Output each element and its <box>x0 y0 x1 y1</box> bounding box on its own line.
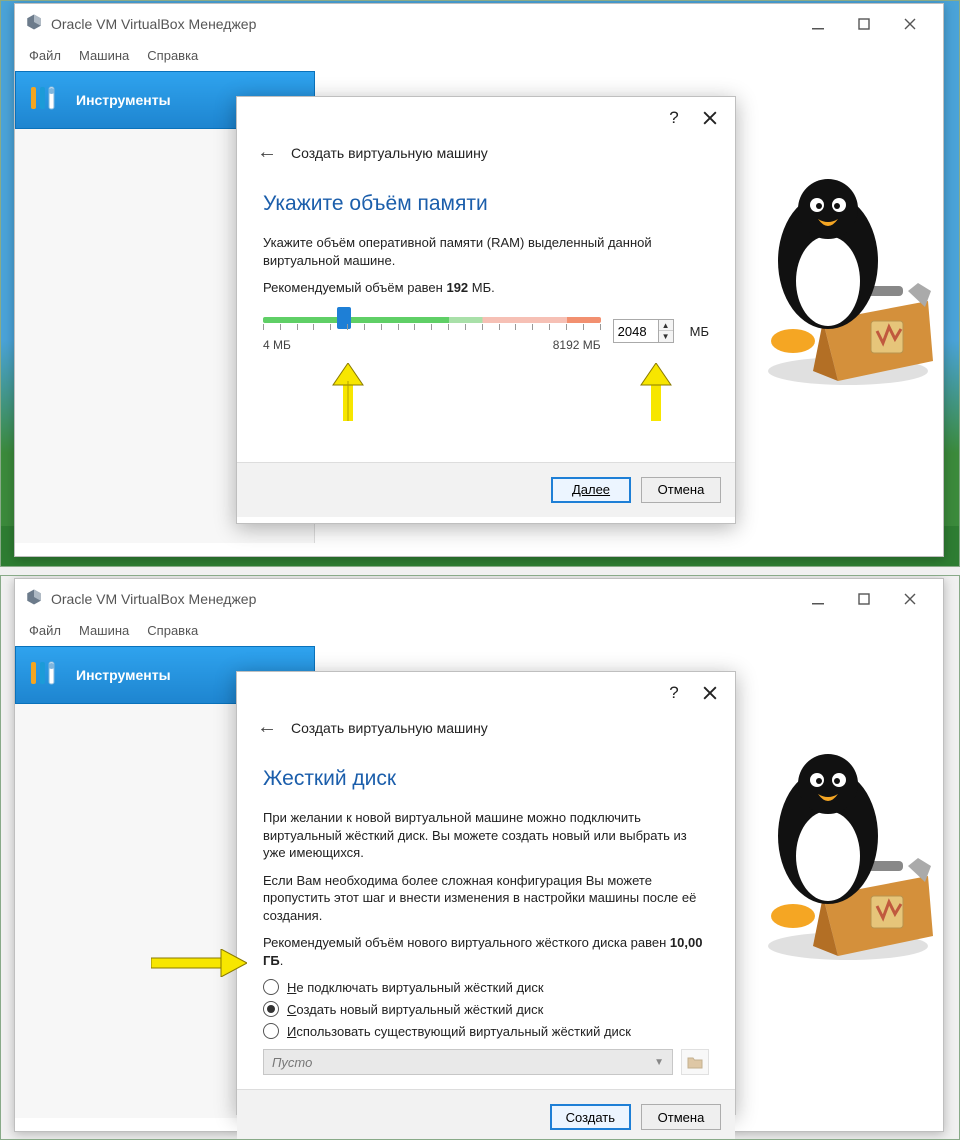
create-vm-dialog-disk: ? ← Создать виртуальную машину Жесткий д… <box>236 671 736 1115</box>
menu-machine[interactable]: Машина <box>79 48 129 63</box>
radio-label: Не подключать виртуальный жёсткий диск <box>287 980 544 995</box>
radio-create-disk[interactable]: Создать новый виртуальный жёсткий диск <box>263 1001 709 1017</box>
window-close-button[interactable] <box>887 8 933 40</box>
menu-file[interactable]: Файл <box>29 623 61 638</box>
linux-penguin-toolbox-image <box>753 746 943 966</box>
tools-label: Инструменты <box>76 92 171 108</box>
dialog-title: Создать виртуальную машину <box>291 145 488 161</box>
help-icon[interactable]: ? <box>661 680 687 706</box>
step-heading: Жесткий диск <box>263 767 709 791</box>
menu-file[interactable]: Файл <box>29 48 61 63</box>
disk-p2: Если Вам необходима более сложная конфиг… <box>263 872 709 925</box>
spinner-down-icon[interactable]: ▼ <box>659 331 673 342</box>
menu-help[interactable]: Справка <box>147 623 198 638</box>
dropdown-value: Пусто <box>272 1055 312 1070</box>
menubar: Файл Машина Справка <box>15 44 943 71</box>
memory-spinner[interactable]: ▲ ▼ <box>613 319 674 343</box>
window-maximize-button[interactable] <box>841 583 887 615</box>
cancel-button[interactable]: Отмена <box>641 1104 721 1130</box>
chevron-down-icon: ▼ <box>654 1057 664 1068</box>
dialog-title: Создать виртуальную машину <box>291 720 488 736</box>
radio-existing-disk[interactable]: Использовать существующий виртуальный жё… <box>263 1023 709 1039</box>
window-title: Oracle VM VirtualBox Менеджер <box>51 16 795 32</box>
memory-min-label: 4 МБ <box>263 338 291 352</box>
memory-max-label: 8192 МБ <box>553 338 601 352</box>
help-icon[interactable]: ? <box>661 105 687 131</box>
window-close-button[interactable] <box>887 583 933 615</box>
window-titlebar: Oracle VM VirtualBox Менеджер <box>15 579 943 619</box>
window-maximize-button[interactable] <box>841 8 887 40</box>
next-button[interactable]: Далее <box>551 477 631 503</box>
create-vm-dialog-memory: ? ← Создать виртуальную машину Укажите о… <box>236 96 736 524</box>
radio-label: Использовать существующий виртуальный жё… <box>287 1024 631 1039</box>
memory-slider[interactable] <box>263 311 601 334</box>
window-title: Oracle VM VirtualBox Менеджер <box>51 591 795 607</box>
window-minimize-button[interactable] <box>795 8 841 40</box>
window-minimize-button[interactable] <box>795 583 841 615</box>
disk-p1: При желании к новой виртуальной машине м… <box>263 809 709 862</box>
back-arrow-icon[interactable]: ← <box>257 141 277 164</box>
browse-disk-button[interactable] <box>681 1049 709 1075</box>
virtualbox-icon <box>25 588 43 611</box>
disk-recommendation: Рекомендуемый объём нового виртуального … <box>263 934 709 969</box>
spinner-up-icon[interactable]: ▲ <box>659 320 673 331</box>
step-heading: Укажите объём памяти <box>263 192 709 216</box>
menu-machine[interactable]: Машина <box>79 623 129 638</box>
cancel-button[interactable]: Отмена <box>641 477 721 503</box>
create-button[interactable]: Создать <box>550 1104 631 1130</box>
memory-unit-label: МБ <box>690 324 709 339</box>
window-titlebar: Oracle VM VirtualBox Менеджер <box>15 4 943 44</box>
existing-disk-dropdown[interactable]: Пусто ▼ <box>263 1049 673 1075</box>
tools-icon <box>28 656 62 695</box>
radio-label: Создать новый виртуальный жёсткий диск <box>287 1002 543 1017</box>
back-arrow-icon[interactable]: ← <box>257 716 277 739</box>
radio-no-disk[interactable]: Не подключать виртуальный жёсткий диск <box>263 979 709 995</box>
memory-recommendation: Рекомендуемый объём равен 192 МБ. <box>263 279 709 297</box>
tools-icon <box>28 81 62 120</box>
memory-description: Укажите объём оперативной памяти (RAM) в… <box>263 234 709 269</box>
close-icon[interactable] <box>697 105 723 131</box>
linux-penguin-toolbox-image <box>753 171 943 391</box>
virtualbox-icon <box>25 13 43 36</box>
menubar: Файл Машина Справка <box>15 619 943 646</box>
memory-value-input[interactable] <box>614 324 658 339</box>
tools-label: Инструменты <box>76 667 171 683</box>
menu-help[interactable]: Справка <box>147 48 198 63</box>
close-icon[interactable] <box>697 680 723 706</box>
